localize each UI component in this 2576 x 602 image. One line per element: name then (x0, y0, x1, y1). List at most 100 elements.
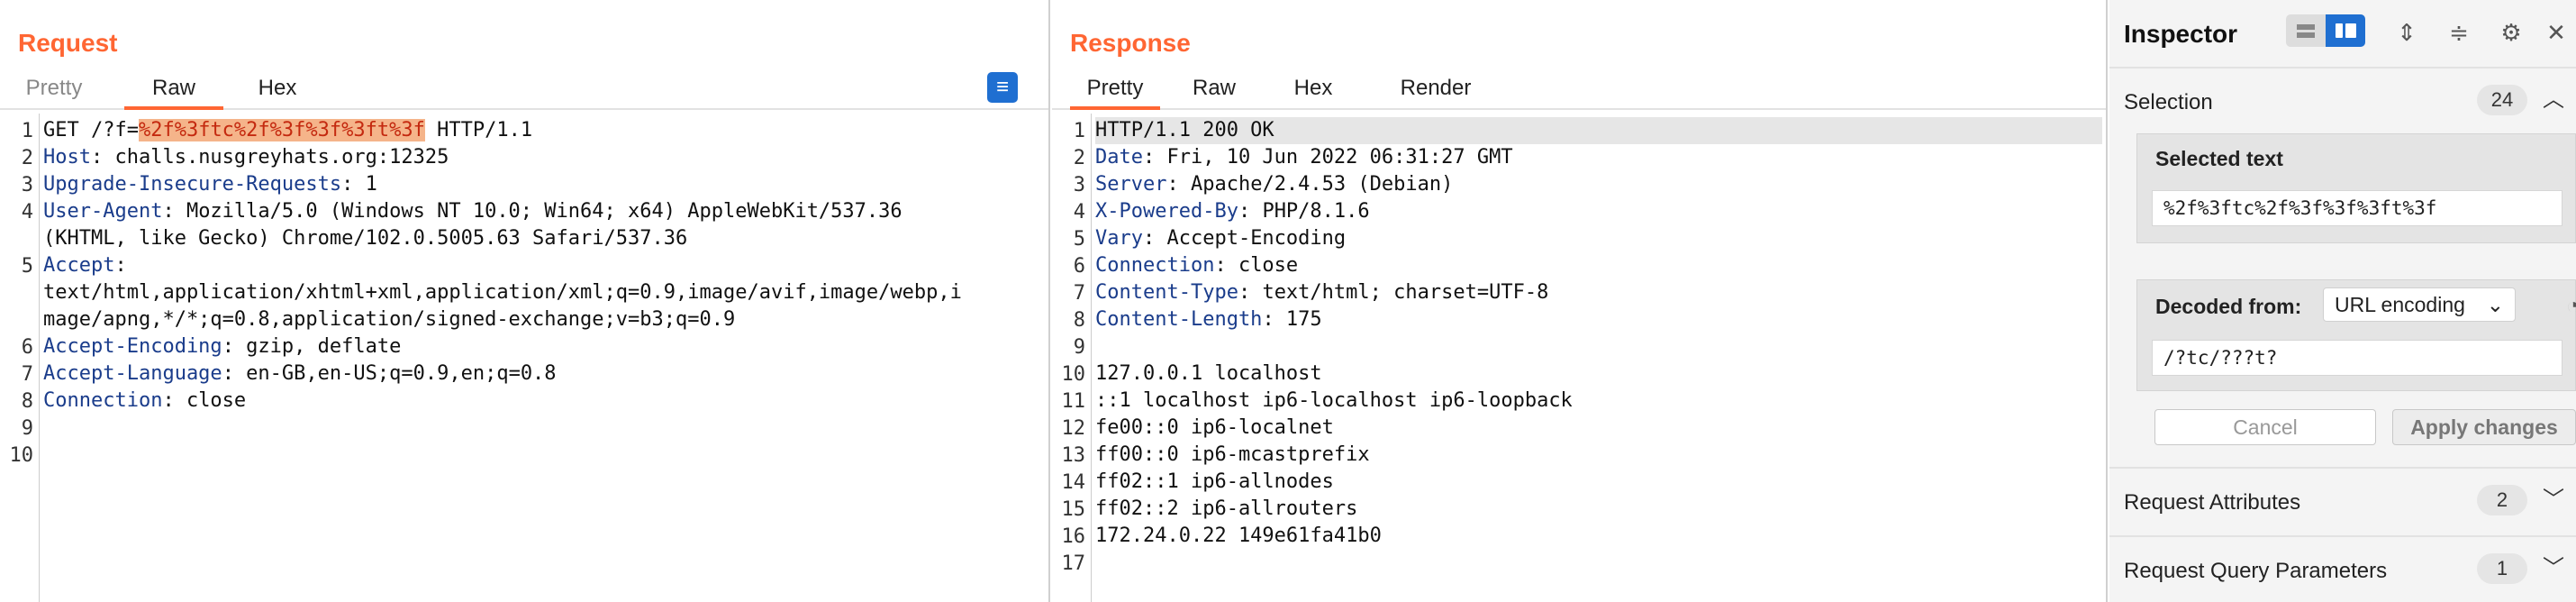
line-number: 2 (21, 147, 33, 169)
code-line[interactable]: mage/apng,*/*;q=0.8,application/signed-e… (43, 306, 1045, 333)
code-line[interactable]: ff02::2 ip6-allrouters (1095, 496, 2102, 523)
line-number: 5 (21, 255, 33, 278)
tab-request-pretty[interactable]: Pretty (18, 65, 90, 110)
tab-response-render[interactable]: Render (1391, 65, 1481, 110)
code-text: : gzip, deflate (222, 335, 402, 358)
newline-toggle[interactable]: \n (1041, 72, 1049, 103)
code-line[interactable]: 127.0.0.1 localhost (1095, 360, 2102, 388)
apply-changes-button[interactable]: Apply changes (2392, 409, 2576, 445)
header-name: Vary (1095, 227, 1143, 250)
code-text: (KHTML, like Gecko) Chrome/102.0.5005.63… (43, 227, 688, 250)
line-number: 10 (9, 444, 34, 467)
close-icon[interactable]: ✕ (2540, 16, 2572, 49)
code-line[interactable]: User-Agent: Mozilla/5.0 (Windows NT 10.0… (43, 198, 1045, 225)
line-number: 16 (1061, 525, 1086, 548)
code-text: HTTP/1.1 (424, 119, 533, 141)
request-pane: Request Pretty Raw Hex ≡ \n ☰ 1234567891… (0, 0, 1050, 602)
code-line[interactable]: text/html,application/xhtml+xml,applicat… (43, 279, 1045, 306)
header-name: Accept-Language (43, 362, 222, 385)
line-number: 17 (1061, 552, 1086, 575)
line-number: 8 (21, 390, 33, 413)
code-text: : PHP/8.1.6 (1238, 200, 1370, 223)
header-name: Connection (43, 389, 163, 412)
line-number: 6 (1073, 255, 1085, 278)
line-number: 7 (1073, 282, 1085, 305)
code-text: 127.0.0.1 localhost (1095, 362, 1322, 385)
header-name: Accept (43, 254, 115, 277)
code-line[interactable]: Accept-Language: en-GB,en-US;q=0.9,en;q=… (43, 360, 1045, 388)
code-line[interactable]: Accept-Encoding: gzip, deflate (43, 333, 1045, 360)
chevron-up-icon[interactable]: ︿ (2540, 87, 2567, 114)
encoding-dropdown[interactable]: URL encoding ⌄ (2323, 287, 2516, 322)
code-text: : 1 (341, 173, 377, 196)
code-line[interactable]: Connection: close (43, 388, 1045, 415)
code-line[interactable]: ff00::0 ip6-mcastprefix (1095, 442, 2102, 469)
code-text: text/html,application/xhtml+xml,applicat… (43, 281, 962, 304)
inspector-panel-view-button[interactable] (2326, 14, 2365, 47)
decoded-from-label: Decoded from: (2155, 295, 2302, 318)
line-number: 14 (1061, 471, 1086, 494)
chevron-down-icon: ⌄ (2486, 293, 2504, 316)
cancel-button[interactable]: Cancel (2154, 409, 2376, 445)
wrap-lines-icon[interactable]: ≡ (987, 72, 1018, 103)
code-line[interactable]: fe00::0 ip6-localnet (1095, 415, 2102, 442)
line-number: 8 (1073, 309, 1085, 332)
code-line[interactable]: Date: Fri, 10 Jun 2022 06:31:27 GMT (1095, 144, 2102, 171)
panel-icon (2335, 23, 2356, 38)
code-text: mage/apng,*/*;q=0.8,application/signed-e… (43, 308, 736, 331)
code-line[interactable]: Content-Type: text/html; charset=UTF-8 (1095, 279, 2102, 306)
line-number-gutter: 1 2 3 4 5 6 7 8 9 10 11 12 13 14 15 16 17 (1052, 114, 1092, 602)
header-name: Accept-Encoding (43, 335, 222, 358)
gear-icon[interactable]: ⚙ (2495, 16, 2527, 49)
request-editor[interactable]: 1 2 3 4 5 6 7 8 9 10 GET /?f=%2f%3ftc%2f%3f%3f%3f… (0, 114, 1048, 602)
response-pane: Response Pretty Raw Hex Render ≡ \n ☰ 12… (1052, 0, 2108, 602)
line-number: 5 (1073, 228, 1085, 251)
code-line[interactable]: Server: Apache/2.4.53 (Debian) (1095, 171, 2102, 198)
inspector-pane: Inspector ⇕ ≑ ⚙ ✕ Selection 24 ︿ Selecte… (2109, 0, 2576, 602)
code-line[interactable]: Upgrade-Insecure-Requests: 1 (43, 171, 1045, 198)
code-line[interactable]: GET /?f=%2f%3ftc%2f%3f%3f%3ft%3f HTTP/1.… (43, 117, 1045, 144)
line-number: 7 (21, 363, 33, 386)
code-text: : challs.nusgreyhats.org:12325 (90, 146, 449, 169)
inspector-list-view-button[interactable] (2286, 14, 2326, 47)
code-line[interactable]: Content-Length: 175 (1095, 306, 2102, 333)
tab-request-hex[interactable]: Hex (249, 65, 306, 110)
collapse-all-icon[interactable]: ≑ (2443, 16, 2475, 49)
request-attributes-section[interactable]: Request Attributes 2 ﹀ (2109, 467, 2576, 534)
header-name: Server (1095, 173, 1167, 196)
chevron-down-icon[interactable]: ﹀ (2540, 555, 2567, 582)
selected-text-value[interactable]: %2f%3ftc%2f%3f%3f%3ft%3f (2152, 190, 2562, 226)
tab-response-pretty[interactable]: Pretty (1070, 65, 1160, 110)
header-name: X-Powered-By (1095, 200, 1238, 223)
selected-text-box: Selected text %2f%3ftc%2f%3f%3f%3ft%3f (2136, 133, 2576, 243)
header-name: Content-Type (1095, 281, 1238, 304)
code-line[interactable]: Accept: (43, 252, 1045, 279)
code-line[interactable]: HTTP/1.1 200 OK (1095, 117, 2102, 144)
request-attributes-count: 2 (2477, 485, 2527, 515)
tab-response-raw[interactable]: Raw (1178, 65, 1250, 110)
selection-label: Selection (2124, 90, 2213, 114)
response-editor[interactable]: 1 2 3 4 5 6 7 8 9 10 11 12 13 14 15 16 17 HTTP/1.1 200 O… (1052, 114, 2106, 602)
tab-response-hex[interactable]: Hex (1284, 65, 1342, 110)
code-line[interactable]: Vary: Accept-Encoding (1095, 225, 2102, 252)
code-line[interactable]: Connection: close (1095, 252, 2102, 279)
code-text: 172.24.0.22 149e61fa41b0 (1095, 524, 1382, 547)
code-line[interactable]: X-Powered-By: PHP/8.1.6 (1095, 198, 2102, 225)
inspector-layout-switch (2286, 14, 2365, 47)
code-text: ::1 localhost ip6-localhost ip6-loopback (1095, 389, 1573, 412)
code-text: : text/html; charset=UTF-8 (1238, 281, 1549, 304)
decode-mode-icon[interactable]: ◔ (2566, 289, 2576, 322)
chevron-down-icon[interactable]: ﹀ (2540, 487, 2567, 514)
request-tabs: Pretty Raw Hex (0, 65, 1048, 110)
code-text: : close (1214, 254, 1299, 277)
code-line[interactable]: Host: challs.nusgreyhats.org:12325 (43, 144, 1045, 171)
code-line[interactable]: (KHTML, like Gecko) Chrome/102.0.5005.63… (43, 225, 1045, 252)
request-query-parameters-section[interactable]: Request Query Parameters 1 ﹀ (2109, 535, 2576, 602)
code-line[interactable]: 172.24.0.22 149e61fa41b0 (1095, 523, 2102, 550)
code-line[interactable]: ff02::1 ip6-allnodes (1095, 469, 2102, 496)
expand-all-icon[interactable]: ⇕ (2390, 16, 2423, 49)
tab-request-raw[interactable]: Raw (124, 65, 223, 110)
code-line[interactable]: ::1 localhost ip6-localhost ip6-loopback (1095, 388, 2102, 415)
decoded-value-field[interactable]: /?tc/???t? (2152, 340, 2562, 376)
selection-section-header[interactable]: Selection 24 ︿ (2109, 67, 2576, 133)
